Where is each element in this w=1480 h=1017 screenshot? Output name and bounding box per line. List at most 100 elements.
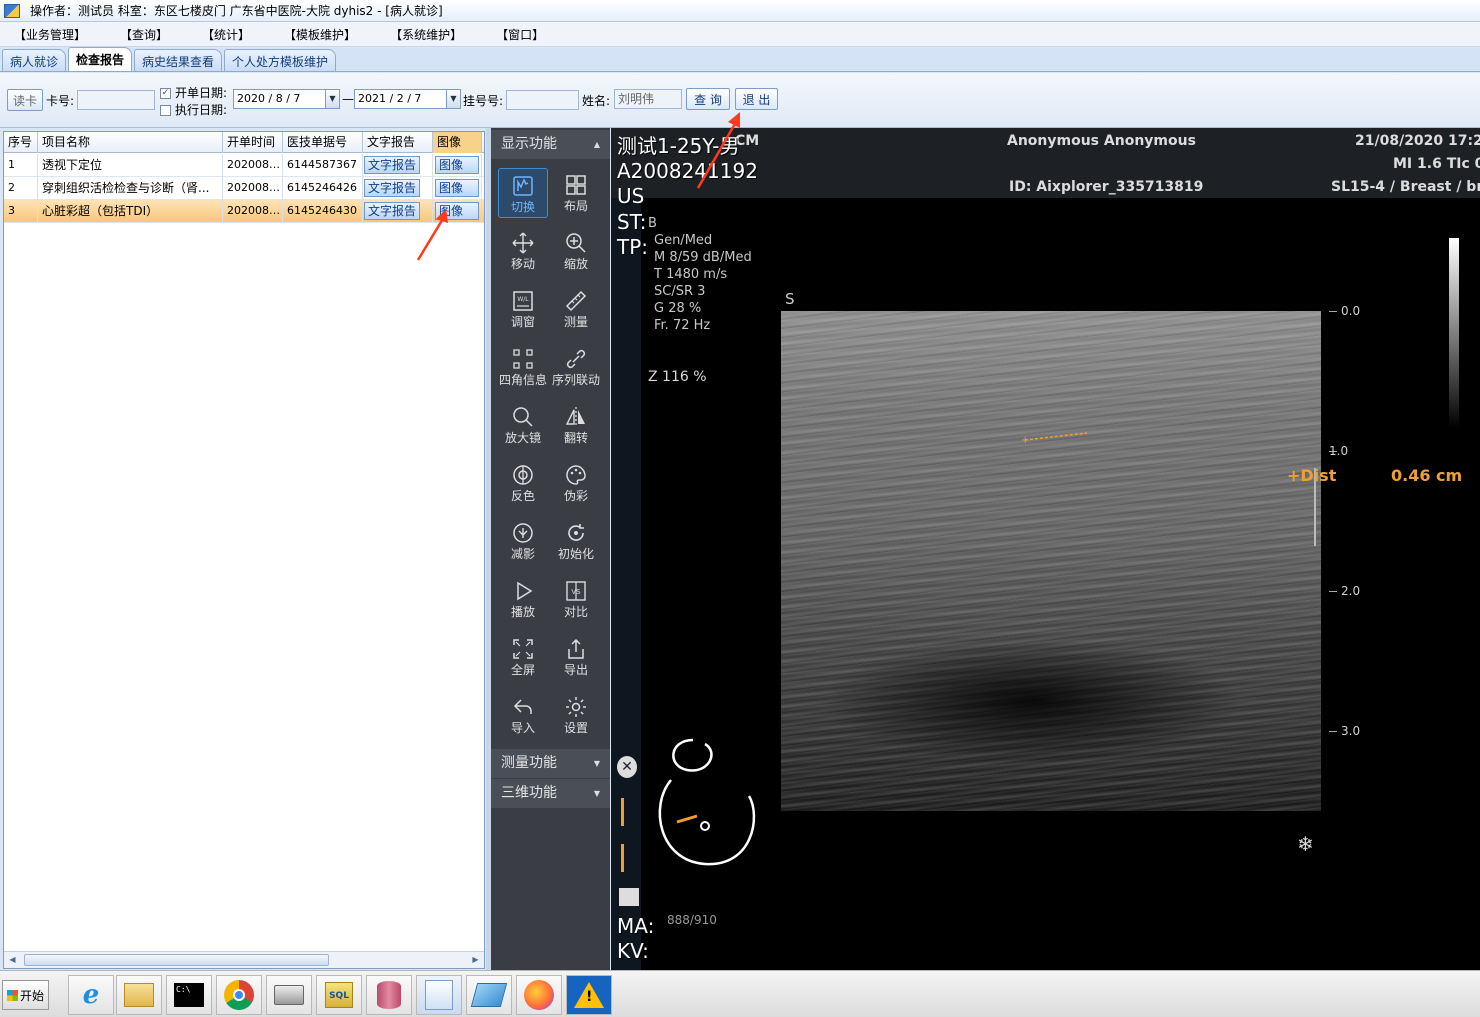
- database-icon[interactable]: [366, 975, 412, 1015]
- doctor-app-icon[interactable]: [416, 975, 462, 1015]
- sql-icon[interactable]: SQL: [316, 975, 362, 1015]
- tool-measure[interactable]: 测量: [551, 284, 601, 334]
- ie-icon[interactable]: e: [68, 975, 114, 1015]
- firefox-icon[interactable]: [516, 975, 562, 1015]
- tool-zoom[interactable]: 缩放: [551, 226, 601, 276]
- tool-settings[interactable]: 设置: [551, 690, 601, 740]
- row-doc-no: 6144587367: [283, 154, 363, 177]
- tool-label: 反色: [510, 489, 535, 503]
- tool-pseudo-color[interactable]: 伪彩: [551, 458, 601, 508]
- name-input[interactable]: 刘明伟: [614, 89, 682, 109]
- menu-statistics[interactable]: 【统计】: [202, 26, 250, 43]
- menu-window[interactable]: 【窗口】: [496, 26, 544, 43]
- exec-date-checkbox[interactable]: [160, 105, 171, 116]
- tool-label: 对比: [563, 605, 588, 619]
- tool-fullscreen[interactable]: 全屏: [498, 632, 548, 682]
- dist-value: 0.46 cm: [1391, 466, 1463, 485]
- tool-corner-info[interactable]: 四角信息: [498, 342, 548, 392]
- os-taskbar: 开始 e C:\ SQL !: [0, 970, 1480, 1017]
- tool-label: 测量: [563, 315, 588, 329]
- probe-x-icon[interactable]: ✕: [617, 756, 637, 778]
- tool-flip[interactable]: 翻转: [551, 400, 601, 450]
- measure-section-header[interactable]: 测量功能 ▼: [491, 749, 610, 778]
- fullscreen-icon: [513, 639, 533, 659]
- exit-button[interactable]: 退 出: [735, 88, 778, 110]
- tool-export[interactable]: 导出: [551, 632, 601, 682]
- row-item-name: 心脏彩超（包括TDI）: [38, 200, 223, 223]
- chevron-down-icon[interactable]: ▼: [446, 90, 460, 108]
- col-doc-no[interactable]: 医技单据号: [283, 132, 363, 153]
- row-seq: 1: [4, 154, 38, 177]
- start-button[interactable]: 开始: [2, 980, 49, 1010]
- tool-magnifier[interactable]: 放大镜: [498, 400, 548, 450]
- image-button[interactable]: 图像: [435, 156, 479, 174]
- printer-icon[interactable]: [266, 975, 312, 1015]
- tab-history-results[interactable]: 病史结果查看: [134, 49, 223, 71]
- tool-move[interactable]: 移动: [498, 226, 548, 276]
- tool-label: 四角信息: [498, 373, 547, 387]
- warning-icon[interactable]: !: [566, 975, 612, 1015]
- horizontal-scrollbar[interactable]: ◀ ▶: [4, 951, 484, 968]
- ultrasound-viewer[interactable]: Anonymous Anonymous ID: Aixplorer_335713…: [611, 128, 1480, 970]
- menu-system[interactable]: 【系统维护】: [390, 26, 462, 43]
- scroll-thumb[interactable]: [24, 954, 329, 966]
- chrome-icon[interactable]: [216, 975, 262, 1015]
- tool-play[interactable]: 播放: [498, 574, 548, 624]
- tool-import[interactable]: 导入: [498, 690, 548, 740]
- tool-subtract[interactable]: 减影: [498, 516, 548, 566]
- display-section-header[interactable]: 显示功能 ▲: [491, 130, 610, 159]
- tab-patient-visit[interactable]: 病人就诊: [2, 49, 67, 71]
- text-report-button[interactable]: 文字报告: [364, 156, 421, 174]
- tool-label: 伪彩: [563, 489, 588, 503]
- menu-template[interactable]: 【模板维护】: [284, 26, 356, 43]
- date-from-picker[interactable]: 2020 / 8 / 7 ▼: [233, 89, 340, 109]
- tool-window-level[interactable]: W/L 调窗: [498, 284, 548, 334]
- zoom-icon: [566, 233, 586, 253]
- scroll-right-icon[interactable]: ▶: [467, 952, 484, 968]
- depth-label: 2.0: [1341, 584, 1361, 598]
- tool-invert[interactable]: 反色: [498, 458, 548, 508]
- col-text-report[interactable]: 文字报告: [363, 132, 433, 153]
- text-report-button[interactable]: 文字报告: [364, 179, 421, 197]
- tab-prescription-templates[interactable]: 个人处方模板维护: [224, 49, 337, 71]
- tool-reset[interactable]: 初始化: [551, 516, 601, 566]
- col-seq[interactable]: 序号: [4, 132, 38, 153]
- tool-label: 布局: [563, 199, 588, 213]
- tool-label: 导入: [510, 721, 535, 735]
- scroll-left-icon[interactable]: ◀: [4, 952, 21, 968]
- menu-query[interactable]: 【查询】: [120, 26, 168, 43]
- network-icon[interactable]: [466, 975, 512, 1015]
- table-row[interactable]: 2 穿刺组织活检检查与诊断（肾... 20200824 6145246426 文…: [4, 177, 484, 200]
- tool-series-link[interactable]: 序列联动: [551, 342, 601, 392]
- freeze-print-icon[interactable]: [619, 888, 639, 906]
- depth-label: 0.0: [1341, 304, 1361, 318]
- cmd-icon[interactable]: C:\: [166, 975, 212, 1015]
- card-no-input[interactable]: [77, 90, 155, 110]
- query-button[interactable]: 查 询: [686, 88, 730, 110]
- annotation-arrow-icon: [696, 112, 740, 189]
- tool-compare[interactable]: VS 对比: [551, 574, 601, 624]
- date-to-picker[interactable]: 2021 / 2 / 7 ▼: [354, 89, 461, 109]
- tool-layout[interactable]: 布局: [551, 168, 601, 218]
- chevron-down-icon[interactable]: ▼: [325, 90, 339, 108]
- menu-business[interactable]: 【业务管理】: [14, 26, 86, 43]
- reg-no-input[interactable]: [506, 90, 579, 110]
- tool-switch[interactable]: 切换: [498, 168, 548, 218]
- read-card-button[interactable]: 读卡: [7, 89, 43, 111]
- window-level-icon: W/L: [513, 291, 533, 311]
- table-row[interactable]: 1 透视下定位 20200808 6144587367 文字报告 图像: [4, 154, 484, 177]
- col-item-name[interactable]: 项目名称: [38, 132, 223, 153]
- image-button[interactable]: 图像: [435, 179, 479, 197]
- svg-text:+: +: [1021, 435, 1029, 446]
- col-open-time[interactable]: 开单时间: [223, 132, 283, 153]
- open-date-checkbox[interactable]: ✓: [160, 88, 171, 99]
- ultrasound-image[interactable]: [781, 311, 1321, 811]
- tool-label: 切换: [510, 200, 535, 214]
- explorer-icon[interactable]: [116, 975, 162, 1015]
- 3d-section-header[interactable]: 三维功能 ▼: [491, 779, 610, 808]
- frame-counter: 888/910: [667, 913, 717, 927]
- dist-label: +Dist: [1287, 466, 1337, 485]
- tab-exam-report[interactable]: 检查报告: [68, 47, 133, 71]
- col-image[interactable]: 图像: [433, 132, 482, 153]
- param-sc: SC/SR 3: [654, 284, 706, 299]
